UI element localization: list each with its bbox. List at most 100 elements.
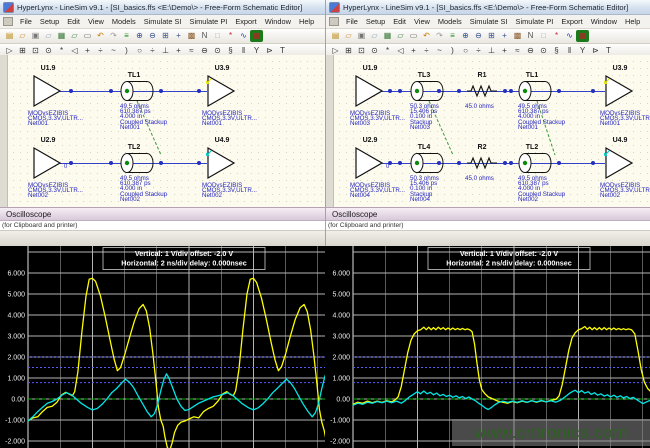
save-as-icon[interactable]: ▱ [394,30,407,42]
zoom-area-icon[interactable]: ⊞ [159,30,172,42]
menu-export[interactable]: Export [231,17,260,26]
attach-oscilloscope-icon[interactable]: ∿ [563,30,576,42]
component-ref[interactable]: TL2 [517,144,547,151]
pan-icon[interactable]: + [498,30,511,42]
menu-simulate-pi[interactable]: Simulate PI [186,17,232,26]
junction-dot[interactable] [509,161,513,165]
junction-dot[interactable] [109,161,113,165]
component-ref[interactable]: R2 [467,144,497,151]
open-file-icon[interactable]: ▱ [342,30,355,42]
menu-view[interactable]: View [410,17,434,26]
pin-number: 0 [386,164,389,170]
stackup-editor-icon[interactable]: ≡ [120,30,133,42]
menu-view[interactable]: View [84,17,108,26]
menu-window[interactable]: Window [261,17,295,26]
menu-simulate-pi[interactable]: Simulate PI [512,17,558,26]
board-image-icon[interactable]: ▩ [511,30,524,42]
title-bar[interactable]: HyperLynx - LineSim v9.1 - [SI_basics.ff… [326,0,650,15]
menu-models[interactable]: Models [434,17,466,26]
junction-dot[interactable] [457,161,461,165]
driver-symbol[interactable] [355,147,383,179]
save-as-icon[interactable]: ▱ [68,30,81,42]
transmission-line-symbol[interactable] [517,152,553,174]
junction-dot[interactable] [69,161,73,165]
wizard-icon[interactable]: * [224,30,237,42]
redo-icon[interactable]: ↷ [107,30,120,42]
print-icon[interactable]: ▭ [407,30,420,42]
oscilloscope-title-bar[interactable]: Oscilloscope [0,207,325,221]
close-file-icon[interactable]: ▱ [368,30,381,42]
scope-probe-arrow[interactable]: ↙ [603,149,611,158]
schematic-canvas[interactable]: U1.9MODvsEZIBISCMOS,3.3V,ULTR...Net001TL… [0,55,325,207]
new-file-icon[interactable]: ▤ [329,30,342,42]
board-viewer-icon[interactable]: ▦ [250,30,263,42]
component-ref[interactable]: U2.9 [33,137,63,144]
transmission-line-symbol[interactable] [409,152,445,174]
y-tick-label: 5.000 [332,292,350,299]
resistor-symbol[interactable] [467,156,497,170]
y-tick-label: 3.000 [7,334,25,341]
menu-models[interactable]: Models [108,17,140,26]
wizard-icon[interactable]: * [550,30,563,42]
transmission-line-symbol[interactable] [119,152,155,174]
save-file-icon[interactable]: ▦ [55,30,68,42]
junction-dot[interactable] [591,161,595,165]
driver-symbol[interactable] [33,147,61,179]
junction-dot[interactable] [159,161,163,165]
title-bar[interactable]: HyperLynx - LineSim v9.1 - [SI_basics.ff… [0,0,325,15]
menu-file[interactable]: File [342,17,362,26]
zoom-out-icon[interactable]: ⊖ [146,30,159,42]
component-model-text: MODvsEZIBISCMOS,3.3V,ULTR...Net002 [202,183,257,199]
zoom-out-icon[interactable]: ⊖ [472,30,485,42]
menu-setup[interactable]: Setup [362,17,389,26]
board-viewer-icon[interactable]: ▦ [576,30,589,42]
pan-icon[interactable]: + [172,30,185,42]
junction-dot[interactable] [557,161,561,165]
scope-probe-arrow[interactable]: ↙ [205,149,213,158]
junction-dot[interactable] [398,161,402,165]
board-image-icon[interactable]: ▩ [185,30,198,42]
new-sheet-icon[interactable]: □ [537,30,550,42]
oscilloscope-title-bar[interactable]: Oscilloscope [326,207,650,221]
watermark-banner: www.cntronics.com [452,419,650,446]
component-ref[interactable]: TL4 [409,144,439,151]
menu-simulate-si[interactable]: Simulate SI [466,17,512,26]
component-ref[interactable]: U4.9 [207,137,237,144]
new-file-icon[interactable]: ▤ [3,30,16,42]
undo-icon[interactable]: ↶ [420,30,433,42]
menu-edit[interactable]: Edit [389,17,410,26]
menu-setup[interactable]: Setup [36,17,63,26]
undo-icon[interactable]: ↶ [94,30,107,42]
attach-oscilloscope-icon[interactable]: ∿ [237,30,250,42]
netlist-icon[interactable]: N [524,30,537,42]
open-file-icon[interactable]: ▱ [16,30,29,42]
new-sheet-icon[interactable]: □ [211,30,224,42]
netlist-icon[interactable]: N [198,30,211,42]
zoom-area-icon[interactable]: ⊞ [485,30,498,42]
menu-help[interactable]: Help [621,17,644,26]
stackup-editor-icon[interactable]: ≡ [446,30,459,42]
schematic-canvas[interactable]: U1.9MODvsEZIBISCMOS,3.3V,ULTR...Net003TL… [326,55,650,207]
menu-simulate-si[interactable]: Simulate SI [140,17,186,26]
save-file-icon[interactable]: ▦ [381,30,394,42]
component-ref[interactable]: U2.9 [355,137,385,144]
zoom-in-icon[interactable]: ⊕ [459,30,472,42]
export-image-icon[interactable]: ▣ [355,30,368,42]
menu-file[interactable]: File [16,17,36,26]
component-ref[interactable]: U4.9 [605,137,635,144]
menu-export[interactable]: Export [557,17,586,26]
export-image-icon[interactable]: ▣ [29,30,42,42]
component-ref[interactable]: TL2 [119,144,149,151]
close-file-icon[interactable]: ▱ [42,30,55,42]
redo-icon[interactable]: ↷ [433,30,446,42]
menu-window[interactable]: Window [587,17,621,26]
zoom-in-icon[interactable]: ⊕ [133,30,146,42]
print-icon[interactable]: ▭ [81,30,94,42]
model-line: Net002 [28,193,83,198]
y-tick-label: 3.000 [332,334,350,341]
junction-dot[interactable] [503,161,507,165]
window-title: HyperLynx - LineSim v9.1 - [SI_basics.ff… [17,3,302,12]
menu-help[interactable]: Help [295,17,318,26]
junction-dot[interactable] [197,161,201,165]
menu-edit[interactable]: Edit [63,17,84,26]
